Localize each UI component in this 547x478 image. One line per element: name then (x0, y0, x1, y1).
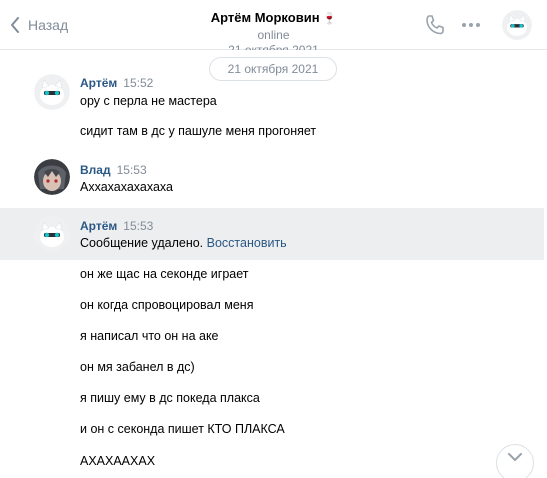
message-time[interactable]: 15:53 (117, 163, 147, 177)
message-text: я написал что он на аке (80, 329, 219, 343)
deleted-message: Артём 15:53 Сообщение удалено. Восстанови… (0, 208, 544, 260)
cat-avatar[interactable] (34, 74, 70, 110)
chevron-down-icon (508, 453, 522, 461)
sticky-date-ghost: 21 октября 2021 (0, 44, 547, 50)
chat-avatar[interactable] (502, 10, 532, 40)
message-meta: Артём 15:52 (80, 76, 153, 90)
message-text: Аххахахахахаха (80, 180, 173, 194)
deleted-text: Сообщение удалено. (80, 236, 204, 250)
message-group: Влад 15:53 Аххахахахахаха (0, 152, 544, 208)
message-time[interactable]: 15:52 (123, 76, 153, 90)
chat-header: Назад Артём Морковин 🍷 online (0, 0, 547, 50)
message-meta: Влад 15:53 (80, 163, 147, 177)
cat-avatar[interactable] (34, 216, 70, 252)
message-time[interactable]: 15:53 (123, 219, 153, 233)
message-text: и он с секонда пишет КТО ПЛАКСА (80, 422, 285, 436)
message-text: он мя забанел в дс) (80, 360, 195, 374)
message-text: он же щас на секонде играет (80, 267, 249, 281)
more-icon[interactable] (461, 22, 481, 28)
scroll-down-button[interactable] (496, 444, 534, 478)
author-name[interactable]: Артём (80, 219, 117, 233)
message-text: я пишу ему в дс покеда плакса (80, 391, 260, 405)
message-meta: Артём 15:53 (80, 219, 153, 233)
phone-icon[interactable] (424, 14, 444, 36)
wine-glass-icon: 🍷 (322, 13, 337, 25)
message-text: ору с перла не мастера (80, 94, 217, 108)
message-group: Артём 15:52 ору с перла не мастера сидит … (0, 66, 544, 152)
chat-title: Артём Морковин (210, 10, 320, 25)
author-name[interactable]: Влад (80, 163, 111, 177)
message-text: он когда спровоцировал меня (80, 298, 254, 312)
anime-avatar[interactable] (34, 159, 70, 195)
author-name[interactable]: Артём (80, 76, 117, 90)
online-status: online (257, 28, 290, 42)
message-text: АХАХААХАХ (80, 454, 156, 468)
deleted-notice: Сообщение удалено. Восстановить (80, 236, 287, 250)
message-text: сидит там в дс у пашуле меня прогоняет (80, 124, 317, 138)
restore-link[interactable]: Восстановить (207, 236, 287, 250)
